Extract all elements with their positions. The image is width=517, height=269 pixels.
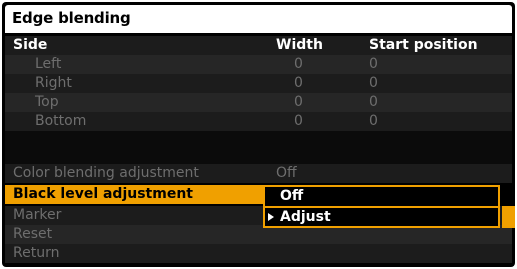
color-blending-label: Color blending adjustment — [13, 165, 199, 181]
column-header-row: Side Width Start position — [5, 36, 512, 55]
black-level-label: Black level adjustment — [13, 186, 193, 202]
menu-title-bar: Edge blending — [5, 5, 512, 33]
option-adjust[interactable]: Adjust — [265, 208, 498, 227]
side-width-value: 0 — [294, 56, 303, 72]
option-off[interactable]: Off — [265, 187, 498, 206]
side-width-value: 0 — [294, 113, 303, 129]
side-width-value: 0 — [294, 75, 303, 91]
side-start-value: 0 — [369, 94, 378, 110]
option-adjust-label: Adjust — [280, 209, 331, 225]
side-label: Right — [35, 75, 72, 91]
spacer-row — [5, 131, 512, 164]
return-row[interactable]: Return — [5, 244, 512, 263]
side-label: Top — [35, 94, 59, 110]
side-row-top[interactable]: Top 0 0 — [5, 93, 512, 112]
side-width-value: 0 — [294, 94, 303, 110]
side-label: Left — [35, 56, 62, 72]
menu-title: Edge blending — [12, 9, 131, 27]
reset-label: Reset — [13, 226, 53, 242]
side-row-right[interactable]: Right 0 0 — [5, 74, 512, 93]
return-label: Return — [13, 245, 60, 261]
side-column-header: Side — [13, 37, 48, 53]
side-start-value: 0 — [369, 56, 378, 72]
color-blending-row[interactable]: Color blending adjustment Off — [5, 164, 512, 183]
marker-label: Marker — [13, 207, 62, 223]
side-row-left[interactable]: Left 0 0 — [5, 55, 512, 74]
side-start-value: 0 — [369, 113, 378, 129]
color-blending-value: Off — [276, 165, 297, 181]
right-triangle-icon — [268, 213, 274, 221]
side-label: Bottom — [35, 113, 87, 129]
dropdown-accent-tab — [502, 206, 515, 228]
edge-blending-menu: Edge blending Side Width Start position … — [2, 2, 515, 267]
side-row-bottom[interactable]: Bottom 0 0 — [5, 112, 512, 131]
side-start-value: 0 — [369, 75, 378, 91]
option-off-label: Off — [280, 188, 304, 204]
start-position-column-header: Start position — [369, 37, 478, 53]
width-column-header: Width — [276, 37, 323, 53]
black-level-row[interactable]: Black level adjustment — [5, 185, 265, 204]
black-level-dropdown: Off Adjust — [263, 185, 500, 228]
